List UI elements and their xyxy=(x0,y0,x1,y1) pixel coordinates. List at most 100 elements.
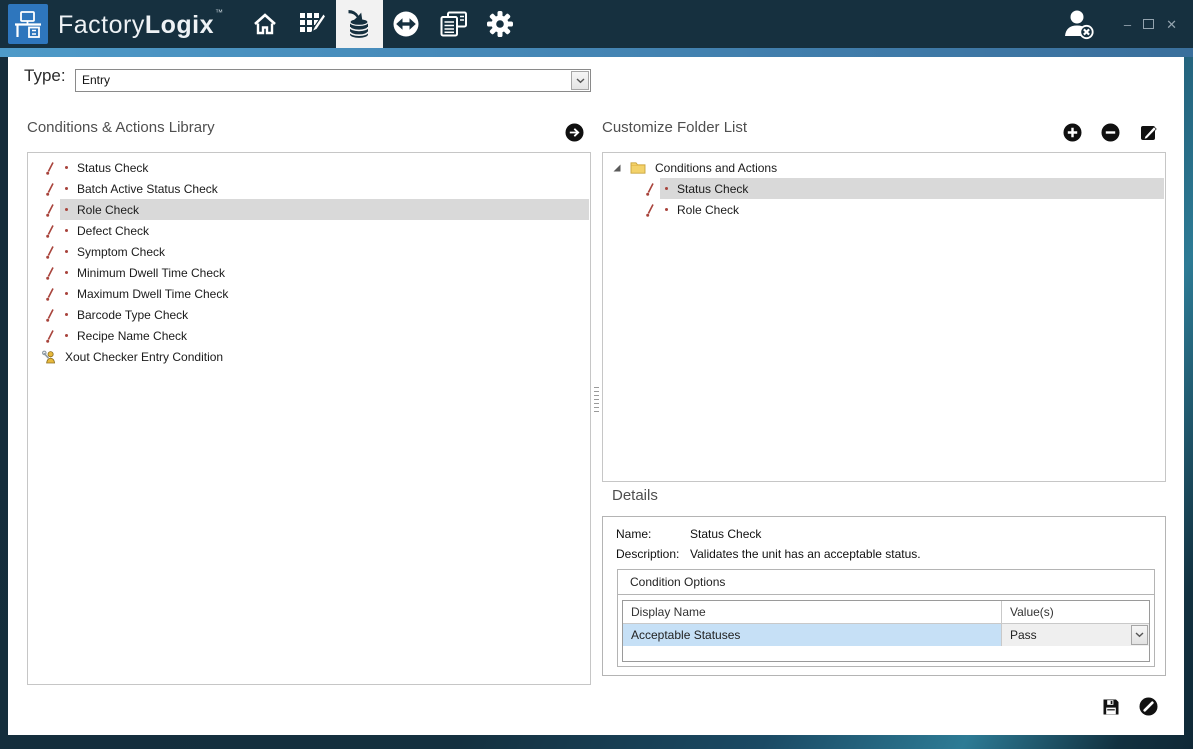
list-item-selected[interactable]: Role Check xyxy=(28,199,590,220)
type-dropdown-button[interactable] xyxy=(571,71,589,90)
table-header: Display Name Value(s) xyxy=(623,601,1149,624)
bullet-icon xyxy=(65,334,68,337)
cancel-icon xyxy=(1139,697,1158,716)
user-logout-icon xyxy=(1062,8,1096,40)
condition-options-group: Condition Options Display Name Value(s) … xyxy=(617,569,1155,667)
tree-root[interactable]: Conditions and Actions xyxy=(603,157,1165,178)
list-item[interactable]: Status Check xyxy=(28,157,590,178)
list-item[interactable]: Batch Active Status Check xyxy=(28,178,590,199)
condition-icon xyxy=(45,161,55,175)
condition-icon xyxy=(45,224,55,238)
condition-icon xyxy=(45,287,55,301)
accent-stripe xyxy=(0,48,1193,57)
description-value: Validates the unit has an acceptable sta… xyxy=(690,547,921,561)
list-item-label: Defect Check xyxy=(77,224,149,238)
condition-icon xyxy=(45,203,55,217)
list-item[interactable]: Recipe Name Check xyxy=(28,325,590,346)
nav-reports[interactable] xyxy=(430,0,477,48)
close-button[interactable]: ✕ xyxy=(1166,18,1177,31)
condition-icon xyxy=(45,308,55,322)
nav-home[interactable] xyxy=(242,0,289,48)
titlebar-right: – ✕ xyxy=(1062,0,1193,48)
details-panel: Name: Status Check Description: Validate… xyxy=(602,516,1166,676)
arrow-right-icon xyxy=(565,123,584,142)
bullet-icon xyxy=(65,166,68,169)
option-name-cell: Acceptable Statuses xyxy=(623,624,1001,646)
chevron-down-icon xyxy=(576,78,585,84)
logout-button[interactable] xyxy=(1062,8,1096,40)
detail-description-row: Description: Validates the unit has an a… xyxy=(616,547,921,561)
maximize-button[interactable] xyxy=(1143,19,1154,29)
name-label: Name: xyxy=(616,527,690,541)
list-item-label: Batch Active Status Check xyxy=(77,182,218,196)
library-list: Status Check Batch Active Status Check R… xyxy=(27,152,591,685)
bullet-icon xyxy=(65,313,68,316)
list-item-label: Status Check xyxy=(77,161,148,175)
bullet-icon xyxy=(65,187,68,190)
list-item[interactable]: Minimum Dwell Time Check xyxy=(28,262,590,283)
option-value-dropdown-button[interactable] xyxy=(1131,625,1148,645)
edit-pencil-icon xyxy=(1140,123,1159,142)
list-item-label: Xout Checker Entry Condition xyxy=(65,350,223,364)
condition-icon xyxy=(45,329,55,343)
edit-folder-button[interactable] xyxy=(1140,123,1159,142)
minimize-button[interactable]: – xyxy=(1124,18,1131,31)
list-item-label: Barcode Type Check xyxy=(77,308,188,322)
condition-icon xyxy=(45,245,55,259)
description-label: Description: xyxy=(616,547,690,561)
list-item[interactable]: Symptom Check xyxy=(28,241,590,262)
details-title: Details xyxy=(612,487,658,504)
save-button[interactable] xyxy=(1102,698,1120,721)
main-content: Type: Entry Conditions & Actions Library… xyxy=(8,57,1184,735)
bullet-icon xyxy=(65,208,68,211)
production-edit-icon xyxy=(299,12,326,36)
panel-splitter[interactable] xyxy=(594,387,599,415)
list-item[interactable]: Xout Checker Entry Condition xyxy=(28,346,590,367)
type-label: Type: xyxy=(24,66,66,86)
plus-icon xyxy=(1063,123,1082,142)
nav-library[interactable] xyxy=(336,0,383,48)
add-folder-button[interactable] xyxy=(1063,123,1082,142)
tree-item-selected[interactable]: Status Check xyxy=(603,178,1165,199)
tree-item-label: Status Check xyxy=(677,182,748,196)
expander-icon[interactable] xyxy=(612,163,622,173)
name-value: Status Check xyxy=(690,527,761,541)
settings-icon xyxy=(486,10,514,38)
condition-icon xyxy=(645,182,655,196)
list-item-label: Role Check xyxy=(77,203,139,217)
reports-icon xyxy=(440,11,467,37)
remove-folder-button[interactable] xyxy=(1101,123,1120,142)
list-item-label: Recipe Name Check xyxy=(77,329,187,343)
list-item[interactable]: Maximum Dwell Time Check xyxy=(28,283,590,304)
list-item-label: Minimum Dwell Time Check xyxy=(77,266,225,280)
nav-settings[interactable] xyxy=(477,0,524,48)
nav-transfer[interactable] xyxy=(383,0,430,48)
list-item-label: Maximum Dwell Time Check xyxy=(77,287,228,301)
title-bar: FactoryLogix™ xyxy=(0,0,1193,48)
column-values: Value(s) xyxy=(1001,601,1149,623)
option-value: Pass xyxy=(1010,624,1037,646)
folder-icon xyxy=(630,161,646,174)
condition-icon xyxy=(45,182,55,196)
tree-item-label: Role Check xyxy=(677,203,739,217)
condition-options-title: Condition Options xyxy=(618,570,1154,595)
cancel-button[interactable] xyxy=(1139,697,1158,721)
tree-item[interactable]: Role Check xyxy=(603,199,1165,220)
type-dropdown[interactable]: Entry xyxy=(75,69,591,92)
window-controls: – ✕ xyxy=(1124,18,1177,31)
bullet-icon xyxy=(665,187,668,190)
tree-root-label: Conditions and Actions xyxy=(655,161,777,175)
list-item[interactable]: Defect Check xyxy=(28,220,590,241)
library-panel-title: Conditions & Actions Library xyxy=(27,119,215,136)
option-value-dropdown[interactable]: Pass xyxy=(1001,624,1149,646)
table-row[interactable]: Acceptable Statuses Pass xyxy=(623,624,1149,646)
desk-logo-icon xyxy=(13,9,43,39)
bullet-icon xyxy=(65,250,68,253)
list-item-label: Symptom Check xyxy=(77,245,165,259)
move-to-folder-button[interactable] xyxy=(565,123,584,142)
nav-production-edit[interactable] xyxy=(289,0,336,48)
list-item[interactable]: Barcode Type Check xyxy=(28,304,590,325)
library-icon xyxy=(346,9,372,39)
minus-icon xyxy=(1101,123,1120,142)
home-icon xyxy=(252,12,278,36)
